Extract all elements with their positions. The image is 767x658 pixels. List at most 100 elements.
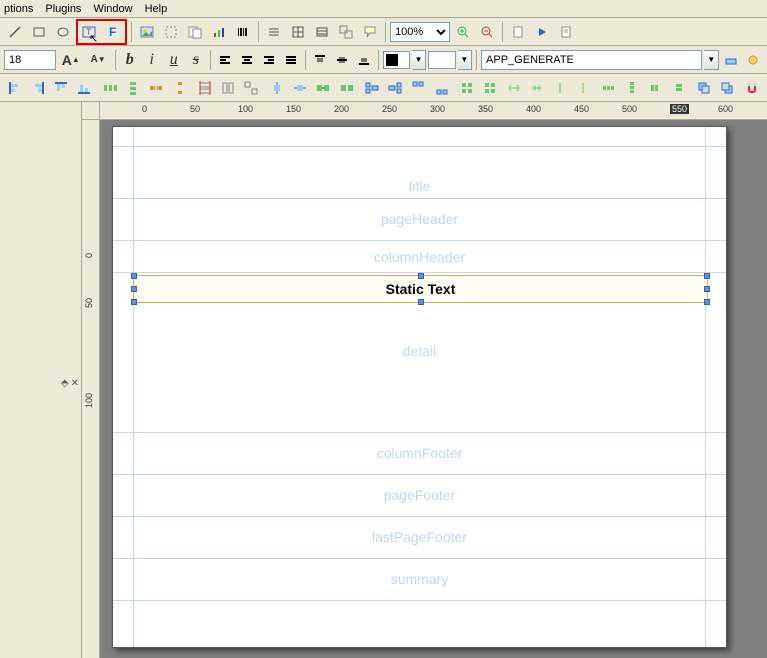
join-left-icon[interactable] <box>313 77 334 99</box>
datasource-config-icon[interactable] <box>743 49 763 71</box>
remove-hspace-icon[interactable] <box>645 77 666 99</box>
hspace-dec-icon[interactable] <box>526 77 547 99</box>
organize-bottom-icon[interactable] <box>431 77 452 99</box>
italic-icon[interactable]: i <box>142 49 162 71</box>
valign-top-icon[interactable] <box>310 49 330 71</box>
group-tool-icon[interactable] <box>335 21 357 43</box>
valign-middle-icon[interactable] <box>332 49 352 71</box>
vspace-inc-icon[interactable] <box>549 77 570 99</box>
close-icon[interactable]: ✕ <box>71 378 79 389</box>
image-tool-icon[interactable] <box>136 21 158 43</box>
font-decrease-icon[interactable]: A▼ <box>85 49 110 71</box>
datasource-combo[interactable]: APP_GENERATE <box>481 50 702 70</box>
underline-icon[interactable]: u <box>164 49 184 71</box>
band-page-footer[interactable]: pageFooter <box>113 475 726 517</box>
band-summary[interactable]: summary <box>113 559 726 601</box>
grid-align-icon[interactable] <box>456 77 477 99</box>
resize-handle[interactable] <box>131 299 137 305</box>
magnet-icon[interactable] <box>742 77 763 99</box>
align-justify-icon[interactable] <box>281 49 301 71</box>
same-width-icon[interactable] <box>194 77 215 99</box>
forecolor-dropdown-icon[interactable]: ▼ <box>412 50 427 70</box>
align-left-icon[interactable] <box>215 49 235 71</box>
same-height-icon[interactable] <box>218 77 239 99</box>
hspace-equal-icon[interactable] <box>598 77 619 99</box>
hspace-inc-icon[interactable] <box>503 77 524 99</box>
join-right-icon[interactable] <box>336 77 357 99</box>
line-tool-icon[interactable] <box>4 21 26 43</box>
center-h-band-icon[interactable] <box>266 77 287 99</box>
center-v-band-icon[interactable] <box>289 77 310 99</box>
resize-handle[interactable] <box>704 286 710 292</box>
rectangle-tool-icon[interactable] <box>28 21 50 43</box>
list-tool-icon[interactable] <box>263 21 285 43</box>
align-edge-bottom-icon[interactable] <box>74 77 95 99</box>
distribute-h-icon[interactable] <box>99 77 120 99</box>
menu-window[interactable]: Window <box>93 3 132 15</box>
space-h-icon[interactable] <box>146 77 167 99</box>
canvas-area[interactable]: 0 50 100 150 200 250 300 350 400 450 500… <box>82 102 767 658</box>
band-column-header[interactable]: columnHeader <box>113 241 726 273</box>
resize-handle[interactable] <box>704 273 710 279</box>
barcode-tool-icon[interactable] <box>232 21 254 43</box>
forecolor-picker[interactable] <box>383 51 410 69</box>
same-size-icon[interactable] <box>241 77 262 99</box>
static-text-element[interactable]: Static Text <box>133 275 708 303</box>
vspace-dec-icon[interactable] <box>573 77 594 99</box>
report-page[interactable]: title pageHeader columnHeader Static Tex… <box>112 126 727 648</box>
space-v-icon[interactable] <box>169 77 190 99</box>
textfield-tool-icon[interactable]: F <box>103 21 125 43</box>
distribute-v-icon[interactable] <box>122 77 143 99</box>
align-edge-left-icon[interactable] <box>4 77 25 99</box>
zoom-in-icon[interactable] <box>452 21 474 43</box>
font-increase-icon[interactable]: A▲ <box>58 49 83 71</box>
remove-vspace-icon[interactable] <box>668 77 689 99</box>
backcolor-dropdown-icon[interactable]: ▼ <box>458 50 473 70</box>
align-edge-top-icon[interactable] <box>51 77 72 99</box>
band-page-header[interactable]: pageHeader <box>113 199 726 241</box>
callout-tool-icon[interactable] <box>359 21 381 43</box>
ellipse-tool-icon[interactable] <box>52 21 74 43</box>
resize-handle[interactable] <box>704 299 710 305</box>
align-right-icon[interactable] <box>259 49 279 71</box>
resize-handle[interactable] <box>418 299 424 305</box>
bold-icon[interactable]: b <box>120 49 140 71</box>
run-icon[interactable] <box>531 21 553 43</box>
bring-front-icon[interactable] <box>693 77 714 99</box>
combo-dropdown-icon[interactable]: ▼ <box>704 50 719 70</box>
crosstab-tool-icon[interactable] <box>287 21 309 43</box>
resize-handle[interactable] <box>131 286 137 292</box>
script-icon[interactable] <box>555 21 577 43</box>
font-size-input[interactable] <box>4 50 56 70</box>
align-edge-right-icon[interactable] <box>27 77 48 99</box>
band-top-margin[interactable] <box>113 127 726 147</box>
pin-icon[interactable]: ⬘ <box>61 378 69 389</box>
backcolor-picker[interactable] <box>428 51 455 69</box>
zoom-select[interactable]: 100% <box>390 22 450 42</box>
table-tool-icon[interactable] <box>311 21 333 43</box>
resize-handle[interactable] <box>418 273 424 279</box>
menu-plugins[interactable]: Plugins <box>45 3 81 15</box>
strikethrough-icon[interactable]: s <box>186 49 206 71</box>
band-column-footer[interactable]: columnFooter <box>113 433 726 475</box>
static-text-tool-icon[interactable]: T↖ <box>78 21 100 43</box>
resize-handle[interactable] <box>131 273 137 279</box>
zoom-out-icon[interactable] <box>476 21 498 43</box>
menu-options[interactable]: ptions <box>4 3 33 15</box>
band-last-page-footer[interactable]: lastPageFooter <box>113 517 726 559</box>
send-back-icon[interactable] <box>716 77 737 99</box>
valign-bottom-icon[interactable] <box>354 49 374 71</box>
organize-left-icon[interactable] <box>361 77 382 99</box>
subreport-tool-icon[interactable] <box>184 21 206 43</box>
band-detail[interactable]: Static Text detail <box>113 273 726 433</box>
vspace-equal-icon[interactable] <box>621 77 642 99</box>
datasource-edit-icon[interactable] <box>721 49 741 71</box>
frame-tool-icon[interactable] <box>160 21 182 43</box>
organize-top-icon[interactable] <box>408 77 429 99</box>
organize-right-icon[interactable] <box>385 77 406 99</box>
page-setup-icon[interactable] <box>507 21 529 43</box>
band-title[interactable]: title <box>113 147 726 199</box>
grid-align2-icon[interactable] <box>480 77 501 99</box>
chart-tool-icon[interactable] <box>208 21 230 43</box>
menu-help[interactable]: Help <box>145 3 168 15</box>
